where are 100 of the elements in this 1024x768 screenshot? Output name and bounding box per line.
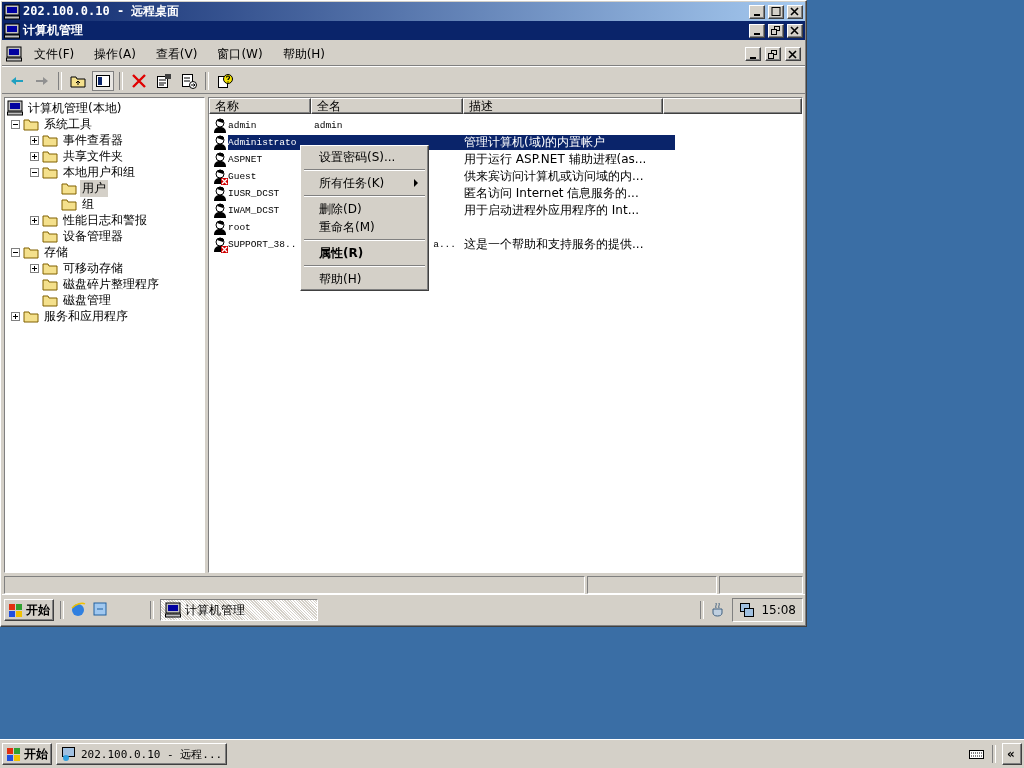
- restore-icon: [771, 26, 781, 35]
- folder-icon: [42, 148, 58, 164]
- expand-icon[interactable]: [11, 311, 20, 321]
- windows-logo-icon: [6, 746, 22, 762]
- expand-icon[interactable]: [30, 263, 39, 273]
- tree-item[interactable]: 本地用户和组: [61, 163, 137, 181]
- folder-icon: [42, 276, 58, 292]
- taskbar-button[interactable]: 202.100.0.10 - 远程...: [56, 743, 228, 765]
- show-tree-button[interactable]: [92, 71, 114, 91]
- panes-icon: [95, 73, 111, 89]
- full-name: admin: [314, 120, 344, 131]
- menu-item[interactable]: 删除(D): [303, 200, 426, 218]
- folder-icon: [23, 308, 39, 324]
- minimize-button[interactable]: [745, 47, 761, 61]
- description: 供来宾访问计算机或访问域的内...: [464, 168, 645, 185]
- minimize-icon: [750, 56, 756, 59]
- minimize-icon: [754, 14, 760, 16]
- tree-item[interactable]: 磁盘碎片整理程序: [61, 275, 161, 293]
- close-button[interactable]: [787, 4, 803, 19]
- user-name[interactable]: Administrato: [228, 137, 314, 148]
- folder-icon: [42, 212, 58, 228]
- menu-item[interactable]: 帮助(H): [274, 43, 334, 65]
- tree-item[interactable]: 性能日志和警报: [61, 211, 149, 229]
- menu-item[interactable]: 操作(A): [86, 43, 144, 65]
- start-button[interactable]: 开始: [4, 599, 54, 621]
- window-title-bar: 202.100.0.10 - 远程桌面: [2, 2, 805, 21]
- tree-item[interactable]: 服务和应用程序: [42, 307, 130, 325]
- menu-item[interactable]: 属性(R): [303, 244, 426, 262]
- computer-icon: [4, 22, 20, 39]
- folder-icon: [23, 244, 39, 260]
- column-header[interactable]: 全名: [311, 98, 463, 114]
- description: 用于启动进程外应用程序的 Int...: [464, 202, 641, 219]
- delete-icon: [131, 73, 147, 89]
- folder-icon: [61, 180, 77, 196]
- menu-item[interactable]: 帮助(H): [303, 270, 426, 288]
- tree-item[interactable]: 事件查看器: [61, 131, 125, 149]
- tree-item[interactable]: 存储: [42, 243, 70, 261]
- show-tray-button[interactable]: «: [1002, 743, 1022, 765]
- folder-icon: [61, 196, 77, 212]
- collapse-icon[interactable]: [11, 119, 20, 129]
- column-header[interactable]: [663, 98, 802, 114]
- window-icon: [92, 601, 108, 617]
- computer-icon: [4, 3, 20, 20]
- network-icon[interactable]: [739, 602, 756, 618]
- tree-item[interactable]: 共享文件夹: [61, 147, 125, 165]
- windows-logo-icon: [8, 602, 24, 618]
- menu-item[interactable]: 设置密码(S)...: [303, 148, 426, 166]
- taskbar-button[interactable]: 计算机管理: [160, 599, 318, 621]
- folder-up-icon: [70, 73, 86, 89]
- restore-button[interactable]: [765, 47, 781, 61]
- computer-icon: [165, 602, 181, 618]
- menu-item[interactable]: 窗口(W): [209, 43, 271, 65]
- description: 管理计算机(域)的内置帐户: [464, 134, 607, 151]
- folder-icon: [42, 260, 58, 276]
- computer-icon[interactable]: [6, 46, 22, 62]
- user-name[interactable]: admin: [228, 120, 314, 131]
- expand-icon[interactable]: [30, 151, 39, 161]
- computer-icon: [7, 100, 23, 116]
- expand-icon[interactable]: [30, 135, 39, 145]
- collapse-icon[interactable]: [30, 167, 39, 177]
- tree-item[interactable]: 计算机管理(本地): [26, 99, 124, 117]
- minimize-button[interactable]: [749, 23, 765, 38]
- menu-item[interactable]: 查看(V): [147, 43, 206, 65]
- tree-item[interactable]: 设备管理器: [61, 227, 125, 245]
- minimize-icon: [754, 33, 760, 35]
- globe-icon: [70, 601, 86, 617]
- column-header[interactable]: 名称: [209, 98, 311, 114]
- close-button[interactable]: [785, 47, 801, 61]
- remote-desktop-icon: [61, 746, 77, 762]
- browser-icon[interactable]: [70, 601, 88, 619]
- collapse-icon[interactable]: [11, 247, 20, 257]
- minimize-button[interactable]: [749, 4, 765, 19]
- folder-icon: [42, 132, 58, 148]
- close-icon: [790, 26, 800, 35]
- tree-item[interactable]: 磁盘管理: [61, 291, 113, 309]
- restore-button[interactable]: [768, 23, 784, 38]
- menu-item[interactable]: 重命名(M): [303, 218, 426, 236]
- submenu-arrow-icon: [413, 179, 418, 187]
- folder-icon: [42, 292, 58, 308]
- menu-item[interactable]: 所有任务(K): [303, 174, 426, 192]
- column-header[interactable]: 描述: [463, 98, 663, 114]
- tree-item[interactable]: 可移动存储: [61, 259, 125, 277]
- export-list-icon: [181, 73, 197, 89]
- restore-icon: [768, 49, 778, 59]
- maximize-button[interactable]: [768, 4, 784, 19]
- help-icon: [217, 73, 233, 89]
- folder-icon: [42, 228, 58, 244]
- folder-icon: [42, 164, 58, 180]
- close-button[interactable]: [787, 23, 803, 38]
- expand-icon[interactable]: [30, 215, 39, 225]
- tree-item[interactable]: 系统工具: [42, 115, 94, 133]
- menu-item[interactable]: 文件(F): [26, 43, 83, 65]
- full-name: a...: [432, 239, 457, 250]
- start-button[interactable]: 开始: [2, 743, 52, 765]
- tree-item[interactable]: 组: [80, 195, 96, 213]
- tree-item[interactable]: 用户: [80, 179, 108, 197]
- folder-icon: [23, 116, 39, 132]
- description: 匿名访问 Internet 信息服务的...: [464, 185, 640, 202]
- description: 用于运行 ASP.NET 辅助进程(as...: [464, 151, 648, 168]
- close-icon: [788, 49, 798, 59]
